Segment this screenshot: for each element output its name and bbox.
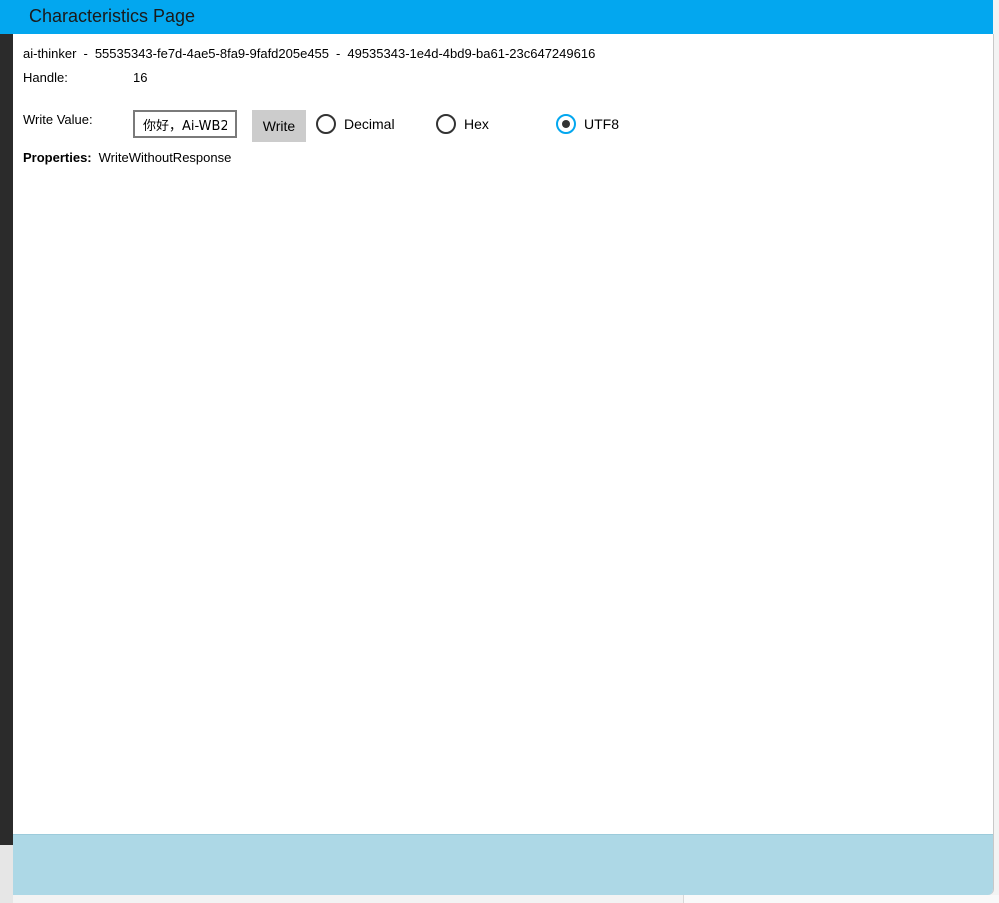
radio-decimal[interactable]: Decimal — [316, 114, 395, 134]
radio-hex[interactable]: Hex — [436, 114, 489, 134]
device-identity-row: ai-thinker -55535343-fe7d-4ae5-8fa9-9fafd… — [23, 46, 595, 61]
write-value-label: Write Value: — [23, 112, 93, 127]
characteristic-uuid: 49535343-1e4d-4bd9-ba61-23c647249616 — [347, 46, 596, 61]
handle-value: 16 — [133, 70, 148, 85]
handle-label: Handle: — [23, 70, 68, 85]
radio-label-utf8: UTF8 — [584, 116, 619, 132]
radio-circle-icon — [316, 114, 336, 134]
write-value-input[interactable] — [133, 110, 237, 138]
separator: - — [83, 46, 88, 61]
radio-selected-icon — [556, 114, 576, 134]
title-bar[interactable]: Characteristics Page — [0, 0, 993, 34]
device-name: ai-thinker — [23, 46, 77, 61]
properties-label: Properties: — [23, 150, 92, 165]
background-panel — [683, 895, 999, 903]
service-uuid: 55535343-fe7d-4ae5-8fa9-9fafd205e455 — [94, 46, 330, 61]
window-title: Characteristics Page — [29, 6, 196, 26]
radio-circle-icon — [436, 114, 456, 134]
background-window-strip — [0, 0, 13, 845]
bottom-app-bar — [13, 834, 993, 895]
radio-label-decimal: Decimal — [344, 116, 395, 132]
characteristics-page: ai-thinker -55535343-fe7d-4ae5-8fa9-9fafd… — [13, 34, 994, 895]
properties-row: Properties: WriteWithoutResponse — [23, 150, 231, 165]
handle-row: Handle: 16 — [23, 70, 147, 85]
separator: - — [336, 46, 341, 61]
properties-value: WriteWithoutResponse — [98, 150, 232, 165]
background-window-strip-bottom — [0, 845, 13, 903]
write-button[interactable]: Write — [252, 110, 306, 142]
radio-utf8[interactable]: UTF8 — [556, 114, 619, 134]
radio-label-hex: Hex — [464, 116, 489, 132]
